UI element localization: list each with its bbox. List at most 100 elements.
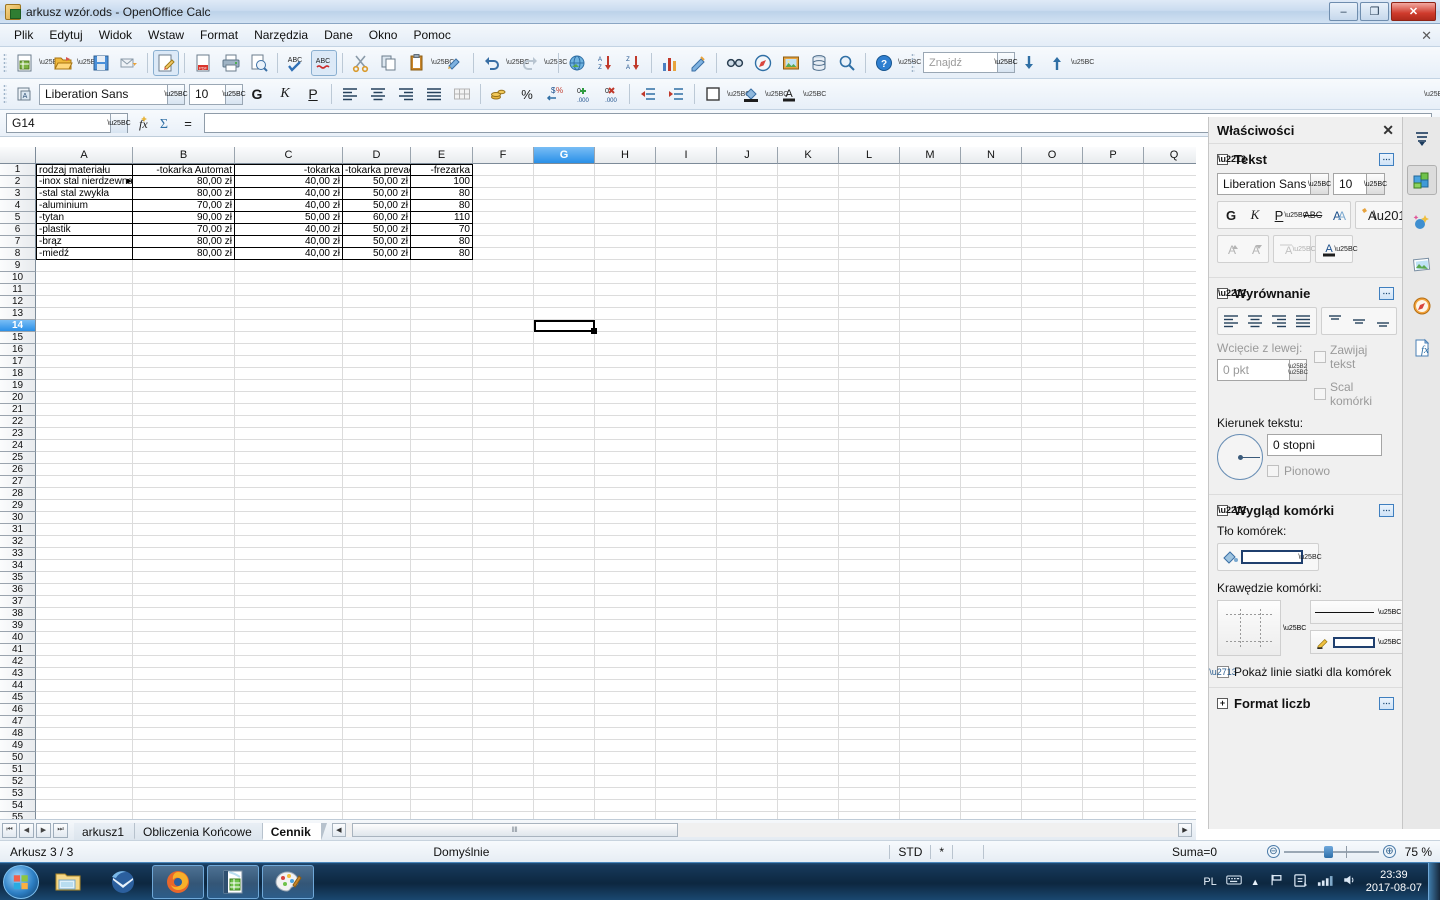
cell-A55[interactable] (36, 812, 133, 819)
cell-P41[interactable] (1083, 644, 1144, 656)
column-header-e[interactable]: E (411, 147, 473, 164)
cell-N3[interactable] (961, 188, 1022, 200)
cell-N39[interactable] (961, 620, 1022, 632)
cell-M39[interactable] (900, 620, 961, 632)
cell-N1[interactable] (961, 164, 1022, 176)
cell-N55[interactable] (961, 812, 1022, 819)
cell-K21[interactable] (778, 404, 839, 416)
cell-J48[interactable] (717, 728, 778, 740)
row-header-27[interactable]: 27 (0, 476, 36, 488)
cell-B26[interactable] (133, 464, 235, 476)
row-header-42[interactable]: 42 (0, 656, 36, 668)
cell-G6[interactable] (534, 224, 595, 236)
row-header-6[interactable]: 6 (0, 224, 36, 236)
cell-P45[interactable] (1083, 692, 1144, 704)
cell-K15[interactable] (778, 332, 839, 344)
cell-L44[interactable] (839, 680, 900, 692)
cell-K42[interactable] (778, 656, 839, 668)
cell-A54[interactable] (36, 800, 133, 812)
row-header-2[interactable]: 2 (0, 176, 36, 188)
cell-Q20[interactable] (1144, 392, 1196, 404)
column-header-f[interactable]: F (473, 147, 534, 164)
horizontal-scroll-track[interactable]: ‖‖ (345, 823, 1178, 837)
cell-O11[interactable] (1022, 284, 1083, 296)
wrap-text-checkbox[interactable] (1314, 351, 1326, 363)
cell-I2[interactable] (656, 176, 717, 188)
cell-C34[interactable] (235, 560, 343, 572)
cell-B35[interactable] (133, 572, 235, 584)
decrease-indent-icon[interactable] (635, 81, 661, 107)
find-toolbar-overflow-icon[interactable]: \u25BC (1071, 59, 1094, 66)
border-line-style-control[interactable]: \u25BC (1310, 600, 1407, 624)
cell-C43[interactable] (235, 668, 343, 680)
cell-D26[interactable] (343, 464, 411, 476)
cell-F41[interactable] (473, 644, 534, 656)
cell-I31[interactable] (656, 524, 717, 536)
cell-H4[interactable] (595, 200, 656, 212)
cell-K16[interactable] (778, 344, 839, 356)
cell-B48[interactable] (133, 728, 235, 740)
cell-F18[interactable] (473, 368, 534, 380)
cell-F20[interactable] (473, 392, 534, 404)
cell-K54[interactable] (778, 800, 839, 812)
last-sheet-button[interactable]: ⏭ (53, 822, 68, 838)
cell-P2[interactable] (1083, 176, 1144, 188)
sidebar-navigator-icon[interactable] (1407, 291, 1437, 321)
cell-O25[interactable] (1022, 452, 1083, 464)
close-button[interactable]: ✕ (1391, 2, 1436, 21)
previous-sheet-button[interactable]: ◀ (19, 822, 34, 838)
sidebar-settings-icon[interactable] (1407, 123, 1437, 153)
spelling-icon[interactable]: ABC (283, 50, 309, 76)
cell-M3[interactable] (900, 188, 961, 200)
cell-I48[interactable] (656, 728, 717, 740)
sheet-tab-cennik[interactable]: Cennik (262, 822, 327, 841)
cell-B11[interactable] (133, 284, 235, 296)
cell-K29[interactable] (778, 500, 839, 512)
cell-M1[interactable] (900, 164, 961, 176)
text-section-expander-icon[interactable]: \u2212 (1217, 154, 1246, 165)
cell-C52[interactable] (235, 776, 343, 788)
cell-F8[interactable] (473, 248, 534, 260)
sidebar-shadow-button[interactable]: AA (1325, 203, 1349, 227)
cell-A35[interactable] (36, 572, 133, 584)
cell-D16[interactable] (343, 344, 411, 356)
cell-K52[interactable] (778, 776, 839, 788)
cell-L43[interactable] (839, 668, 900, 680)
cell-J52[interactable] (717, 776, 778, 788)
cell-N13[interactable] (961, 308, 1022, 320)
cell-L45[interactable] (839, 692, 900, 704)
cell-F36[interactable] (473, 584, 534, 596)
cell-B1[interactable]: -tokarka Automat (133, 164, 235, 176)
cell-M25[interactable] (900, 452, 961, 464)
cell-Q11[interactable] (1144, 284, 1196, 296)
zoom-level[interactable]: 75 % (1400, 845, 1440, 859)
cell-Q9[interactable] (1144, 260, 1196, 272)
cell-E15[interactable] (411, 332, 473, 344)
cell-I30[interactable] (656, 512, 717, 524)
cell-O19[interactable] (1022, 380, 1083, 392)
undo-dropdown-icon[interactable]: \u25BC (506, 59, 529, 66)
cell-E19[interactable] (411, 380, 473, 392)
cell-Q19[interactable] (1144, 380, 1196, 392)
cell-I22[interactable] (656, 416, 717, 428)
format-number-icon[interactable]: $% (542, 81, 568, 107)
cell-I39[interactable] (656, 620, 717, 632)
cell-A34[interactable] (36, 560, 133, 572)
cell-A4[interactable]: -aluminium (36, 200, 133, 212)
cell-N52[interactable] (961, 776, 1022, 788)
cell-K4[interactable] (778, 200, 839, 212)
cell-J26[interactable] (717, 464, 778, 476)
cell-C14[interactable] (235, 320, 343, 332)
cell-D8[interactable]: 50,00 zł (343, 248, 411, 260)
cell-M27[interactable] (900, 476, 961, 488)
cell-Q3[interactable] (1144, 188, 1196, 200)
cell-E17[interactable] (411, 356, 473, 368)
cell-D41[interactable] (343, 644, 411, 656)
cell-E7[interactable]: 80 (411, 236, 473, 248)
cell-G13[interactable] (534, 308, 595, 320)
cell-N50[interactable] (961, 752, 1022, 764)
cell-D31[interactable] (343, 524, 411, 536)
border-color-swatch[interactable] (1333, 636, 1375, 648)
scroll-right-icon[interactable]: ▶ (1178, 823, 1192, 837)
tray-language[interactable]: PL (1203, 876, 1216, 888)
